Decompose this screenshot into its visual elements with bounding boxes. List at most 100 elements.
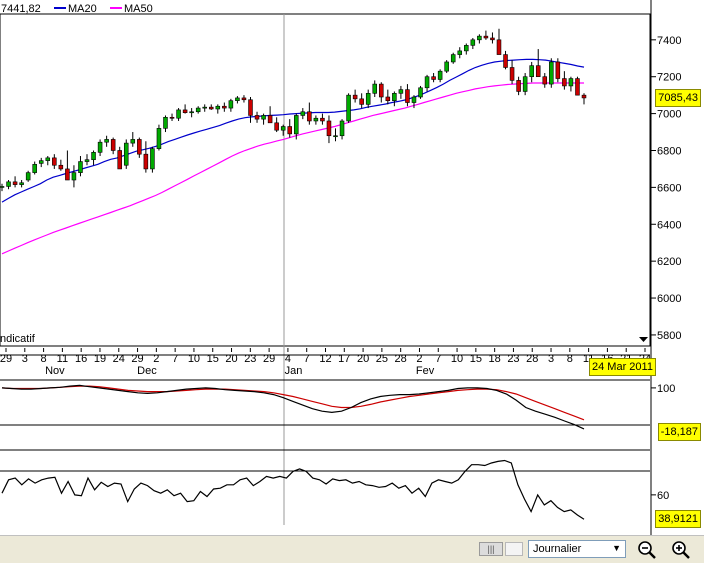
candle [326, 115, 332, 144]
candle-body [470, 39, 476, 46]
candle-body [189, 111, 194, 114]
candle [32, 161, 37, 175]
candle [12, 176, 18, 188]
candle-body [274, 122, 279, 131]
candle [470, 37, 476, 50]
candle-body [483, 35, 489, 39]
candle-body [222, 105, 227, 109]
candle-body [84, 159, 90, 162]
candle-body [398, 89, 404, 94]
candle [202, 104, 207, 112]
x-tick-label: 28 [395, 353, 407, 365]
candle-body [431, 76, 436, 80]
x-tick-label: 15 [207, 353, 219, 365]
candle [379, 82, 384, 103]
x-tick-label: 10 [451, 353, 463, 365]
candle [280, 124, 286, 136]
candle-body [235, 97, 240, 101]
candle-body [78, 161, 83, 173]
candle-body [143, 153, 149, 170]
zoom-in-button[interactable] [670, 539, 692, 561]
candle-body [32, 164, 37, 173]
period-select[interactable]: Journalier ▼ [528, 540, 626, 558]
chart-area: 7441,82 MA20 MA50 ndicatif 5800 6000 6200 6… [0, 0, 681, 535]
x-tick-label: 2 [153, 353, 159, 365]
candle [581, 93, 587, 105]
candle-body [71, 172, 77, 181]
candle-body [457, 50, 463, 55]
y-tick-label: 6200 [657, 256, 681, 268]
candle-body [25, 172, 31, 181]
x-tick-label: 25 [376, 353, 388, 365]
candle-body [169, 116, 175, 119]
candle [215, 104, 221, 114]
bottom-toolbar: ||| Journalier ▼ [0, 535, 704, 563]
candle [424, 74, 430, 92]
candle [339, 119, 345, 140]
candle-body [392, 93, 397, 101]
x-month-label: Nov [45, 365, 65, 377]
candle [169, 113, 175, 121]
x-tick-label: 29 [263, 353, 275, 365]
candle-body [320, 117, 325, 122]
candle [450, 52, 456, 64]
macd-line [1, 384, 585, 430]
zoom-out-icon [638, 541, 656, 559]
candle [25, 170, 31, 182]
candle-body [38, 160, 44, 164]
rsi-value-badge: 38,9121 [655, 510, 701, 528]
x-tick-label: 20 [225, 353, 237, 365]
candle [300, 108, 306, 120]
x-tick-label: 11 [57, 353, 68, 365]
candle-body [522, 76, 528, 92]
candle-body [156, 128, 162, 149]
candle-body [516, 80, 521, 92]
candle [235, 96, 240, 104]
ma50-legend-label: MA50 [124, 3, 153, 15]
candle-body [509, 67, 515, 81]
candle-body [450, 54, 456, 63]
candle-body [464, 45, 469, 52]
candle [555, 58, 561, 83]
zoom-out-button[interactable] [636, 539, 658, 561]
candle [91, 150, 96, 166]
candle-body [581, 94, 587, 99]
candle-body [58, 164, 64, 170]
x-tick-label: 19 [94, 353, 106, 365]
candle [58, 159, 64, 171]
candle-body [359, 98, 364, 105]
candle-body [215, 105, 221, 110]
candle [346, 93, 351, 123]
candle-body [477, 35, 482, 41]
candle-body [549, 61, 554, 85]
y-tick-label: 6800 [657, 145, 681, 157]
candle-body [123, 142, 129, 166]
y-tick-label: 5800 [657, 330, 681, 342]
scroll-thumb[interactable]: ||| [479, 542, 503, 556]
candle [38, 157, 44, 168]
candle-body [326, 120, 332, 137]
y-tick-label: 7000 [657, 109, 681, 121]
candle-body [352, 94, 358, 100]
scroll-down-icon[interactable] [639, 337, 648, 342]
candle [320, 113, 325, 125]
rsi-tick-label: 60 [657, 490, 669, 502]
x-tick-label: 3 [22, 353, 28, 365]
y-tick-label: 6400 [657, 219, 681, 231]
candle [477, 34, 482, 44]
candle [137, 137, 142, 158]
candle [509, 60, 515, 85]
chart-header: 7441,82 MA20 MA50 [1, 3, 153, 15]
candle-body [267, 115, 273, 124]
scroll-track[interactable] [505, 542, 523, 556]
candle [97, 139, 103, 157]
candle-body [379, 83, 384, 98]
chevron-down-icon[interactable]: ▼ [612, 543, 621, 553]
candle [84, 154, 90, 166]
x-axis: 29 3 8 11 16 19 24 29 2 7 10 15 20 23 29 4 7 12 17 20 25 28 2 7… [0, 348, 651, 377]
candle-body [202, 106, 207, 109]
candle [130, 132, 136, 147]
candle-body [91, 152, 96, 161]
candle-body [176, 109, 181, 119]
candle-body [248, 99, 253, 116]
